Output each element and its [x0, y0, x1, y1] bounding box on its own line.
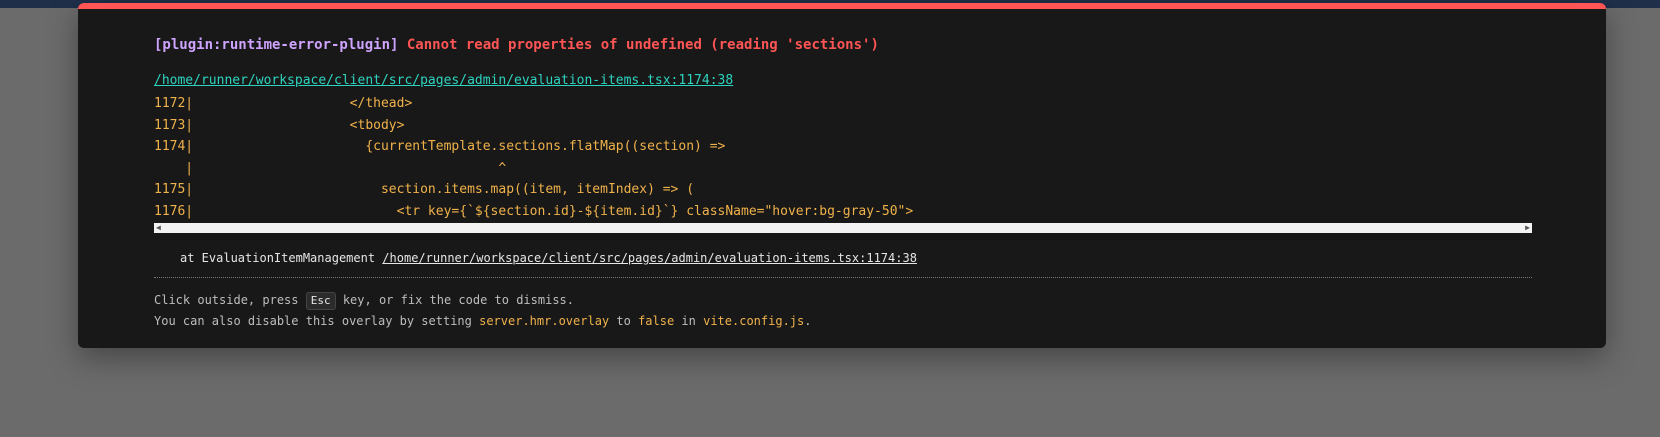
code-line-caret: | ^ — [154, 160, 507, 176]
code-line: 1172| </thead> — [154, 96, 413, 111]
tip-text: You can also disable this overlay by set… — [154, 314, 480, 328]
tip-text: Click outside, press — [154, 293, 306, 307]
tip-text: to — [609, 314, 639, 328]
horizontal-scrollbar[interactable]: ◀ ▶ — [154, 223, 1532, 233]
tip-line-1: Click outside, press Esc key, or fix the… — [154, 290, 1530, 311]
stack-trace: at EvaluationItemManagement /home/runner… — [180, 249, 1530, 267]
stack-location-link[interactable]: /home/runner/workspace/client/src/pages/… — [382, 251, 917, 265]
code-line: 1175| section.items.map((item, itemIndex… — [154, 182, 695, 197]
tip-line-2: You can also disable this overlay by set… — [154, 311, 1530, 332]
tip-setting: server.hmr.overlay — [479, 314, 610, 328]
esc-key: Esc — [305, 292, 336, 310]
vite-error-overlay[interactable]: [plugin:runtime-error-plugin] Cannot rea… — [78, 3, 1606, 348]
tip-text: key, or fix the code to dismiss. — [335, 293, 575, 307]
tip-value: false — [638, 314, 675, 328]
divider — [154, 277, 1532, 278]
stack-prefix: at EvaluationItemManagement — [180, 251, 383, 265]
tip-text: in — [674, 314, 704, 328]
tip-config-file: vite.config.js — [703, 314, 805, 328]
scroll-right-icon[interactable]: ▶ — [1525, 223, 1530, 233]
error-file-link[interactable]: /home/runner/workspace/client/src/pages/… — [154, 71, 1530, 91]
tip-text: . — [804, 314, 812, 328]
code-frame[interactable]: 1172| </thead> 1173| <tbody> 1174| {curr… — [154, 93, 1532, 223]
code-line: 1176| <tr key={`${section.id}-${item.id}… — [154, 203, 914, 219]
scroll-left-icon[interactable]: ◀ — [156, 223, 161, 233]
error-plugin: [plugin:runtime-error-plugin] — [154, 37, 399, 53]
dismiss-tip: Click outside, press Esc key, or fix the… — [154, 290, 1530, 332]
error-message: [plugin:runtime-error-plugin] Cannot rea… — [154, 35, 1530, 55]
code-line: 1174| {currentTemplate.sections.flatMap(… — [154, 139, 726, 154]
error-text: Cannot read properties of undefined (rea… — [406, 37, 879, 53]
code-line: 1173| <tbody> — [154, 117, 405, 133]
